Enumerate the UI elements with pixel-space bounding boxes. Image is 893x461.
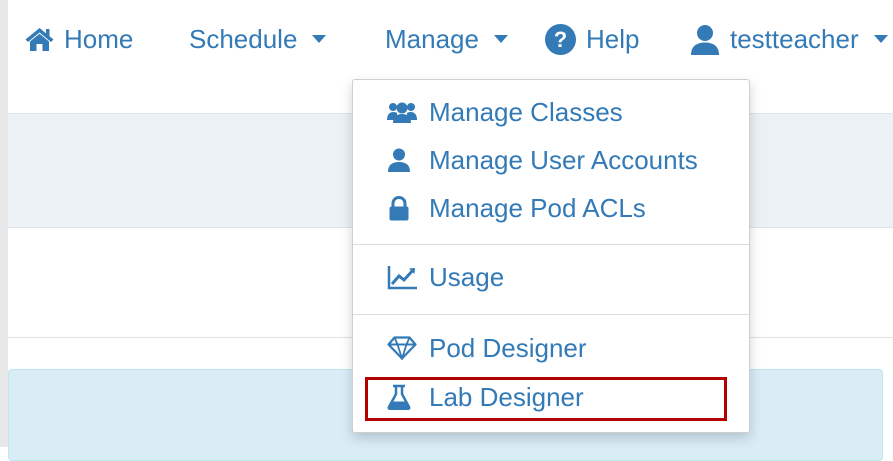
menu-item-manage-pod-acls[interactable]: Manage Pod ACLs: [353, 188, 749, 228]
menu-item-lab-designer[interactable]: Lab Designer: [353, 377, 749, 417]
flask-icon: [387, 384, 421, 410]
menu-item-usage[interactable]: Usage: [353, 257, 749, 297]
top-navbar: Home Schedule Manage ? Help testteacher: [8, 0, 893, 78]
nav-manage-label: Manage: [385, 23, 479, 54]
users-icon: [387, 101, 421, 123]
nav-home[interactable]: Home: [24, 22, 133, 56]
menu-item-label: Pod Designer: [429, 332, 587, 363]
user-icon: [689, 24, 721, 55]
chevron-down-icon: [873, 35, 888, 43]
nav-schedule-label: Schedule: [189, 23, 298, 54]
menu-item-label: Manage Classes: [429, 96, 623, 127]
nav-help[interactable]: ? Help: [544, 22, 639, 56]
menu-item-pod-designer[interactable]: Pod Designer: [353, 328, 749, 368]
nav-schedule-dropdown[interactable]: Schedule: [189, 22, 327, 56]
home-icon: [24, 26, 55, 52]
left-page-edge: [0, 0, 8, 447]
menu-item-label: Manage Pod ACLs: [429, 192, 646, 223]
menu-divider: [353, 314, 749, 315]
nav-manage-dropdown[interactable]: Manage: [385, 22, 508, 56]
manage-dropdown-menu: Manage Classes Manage User Accounts Mana…: [352, 79, 750, 433]
chevron-down-icon: [493, 35, 508, 43]
nav-home-label: Home: [64, 23, 134, 54]
lock-icon: [387, 195, 421, 221]
question-circle-icon: ?: [544, 23, 577, 56]
user-icon: [387, 148, 421, 172]
line-chart-icon: [387, 264, 421, 290]
menu-item-manage-classes[interactable]: Manage Classes: [353, 92, 749, 132]
menu-item-label: Usage: [429, 261, 505, 292]
menu-divider: [353, 244, 749, 245]
diamond-icon: [387, 336, 421, 360]
nav-user-dropdown[interactable]: testteacher: [689, 22, 888, 56]
nav-user-label: testteacher: [730, 23, 859, 54]
svg-text:?: ?: [554, 27, 567, 52]
menu-item-label: Lab Designer: [429, 381, 584, 412]
chevron-down-icon: [312, 35, 327, 43]
nav-help-label: Help: [586, 23, 640, 54]
menu-item-manage-user-accounts[interactable]: Manage User Accounts: [353, 140, 749, 180]
menu-item-label: Manage User Accounts: [429, 144, 698, 175]
